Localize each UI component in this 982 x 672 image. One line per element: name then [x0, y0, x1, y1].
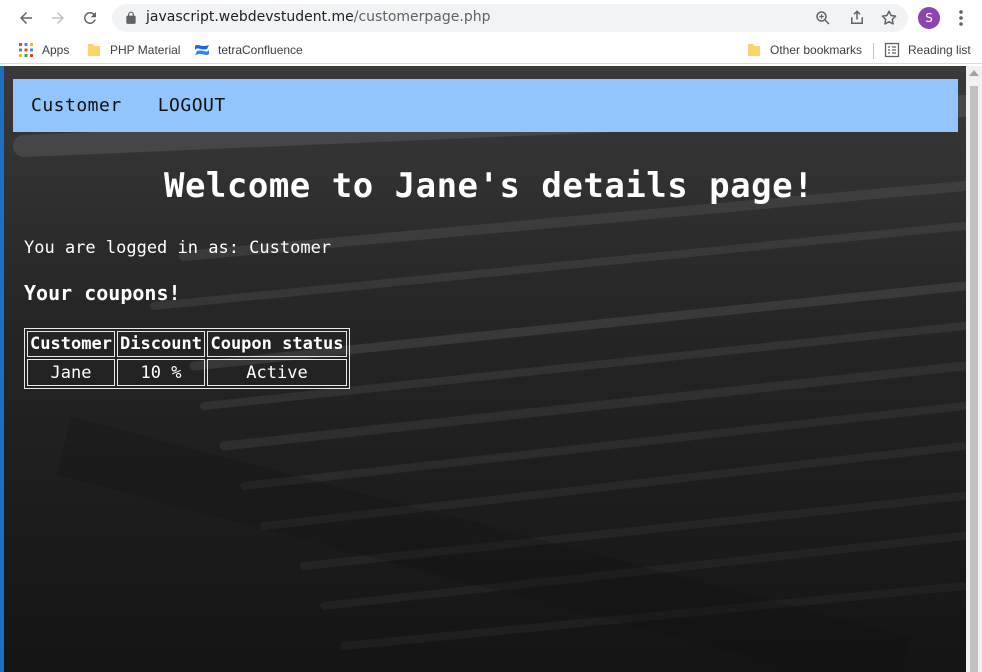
profile-avatar[interactable]: S [918, 7, 940, 29]
reading-list-label: Reading list [908, 43, 971, 57]
reading-list[interactable]: Reading list [884, 41, 971, 59]
scrollbar-thumb[interactable] [970, 86, 978, 672]
bookmarks-bar: Apps PHP Material tetraConfluence Other … [0, 36, 982, 64]
apps-grid-icon [19, 43, 33, 57]
page-viewport: Customer LOGOUT Welcome to Jane's detail… [0, 66, 982, 672]
bookmark-star-icon[interactable] [880, 9, 898, 27]
kebab-menu-icon[interactable] [952, 8, 970, 28]
column-header-customer: Customer [27, 331, 115, 357]
cell-coupon-status: Active [207, 359, 347, 386]
page-title: Welcome to Jane's details page! [163, 166, 815, 206]
bookmark-label: PHP Material [110, 43, 181, 57]
column-header-coupon-status: Coupon status [207, 331, 347, 357]
url-text: javascript.webdevstudent.me/customerpage… [146, 9, 490, 25]
bookmark-tetraconfluence[interactable]: tetraConfluence [194, 41, 303, 59]
login-status-text: You are logged in as: Customer [24, 238, 332, 258]
other-bookmarks[interactable]: Other bookmarks [746, 41, 862, 59]
cell-discount: 10 % [117, 359, 205, 386]
forward-button[interactable] [46, 6, 70, 30]
nav-logout-link[interactable]: LOGOUT [158, 95, 226, 116]
cell-customer: Jane [27, 359, 115, 386]
reading-list-icon [884, 42, 900, 58]
bookmark-apps[interactable]: Apps [18, 41, 69, 59]
nav-customer-link[interactable]: Customer [31, 95, 122, 116]
back-button[interactable] [14, 6, 38, 30]
browser-toolbar: javascript.webdevstudent.me/customerpage… [0, 0, 982, 36]
back-arrow-icon [20, 12, 32, 24]
address-bar[interactable]: javascript.webdevstudent.me/customerpage… [112, 4, 908, 32]
other-bookmarks-label: Other bookmarks [770, 43, 863, 57]
scroll-up-arrow-icon[interactable] [969, 70, 979, 76]
coupons-heading: Your coupons! [24, 281, 181, 305]
folder-icon [88, 44, 100, 56]
vertical-scrollbar[interactable] [966, 66, 982, 672]
url-host: javascript.webdevstudent.me [146, 9, 354, 25]
reload-icon [84, 12, 96, 24]
folder-icon [748, 44, 760, 56]
bookmark-label: tetraConfluence [218, 43, 303, 57]
zoom-icon[interactable] [814, 9, 832, 27]
bookmark-php-material[interactable]: PHP Material [86, 41, 180, 59]
coupons-table: Customer Discount Coupon status Jane 10 … [24, 328, 350, 389]
table-header-row: Customer Discount Coupon status [27, 331, 347, 357]
site-navbar: Customer LOGOUT [13, 79, 958, 132]
confluence-icon [195, 45, 209, 55]
share-icon[interactable] [848, 9, 866, 27]
url-path: /customerpage.php [353, 9, 491, 25]
column-header-discount: Discount [117, 331, 205, 357]
bookmarks-divider [873, 43, 874, 59]
bookmark-label: Apps [42, 43, 70, 57]
table-row: Jane 10 % Active [27, 359, 347, 386]
window-left-edge [0, 66, 4, 672]
reload-button[interactable] [78, 6, 102, 30]
forward-arrow-icon [52, 12, 64, 24]
lock-icon [126, 11, 136, 24]
